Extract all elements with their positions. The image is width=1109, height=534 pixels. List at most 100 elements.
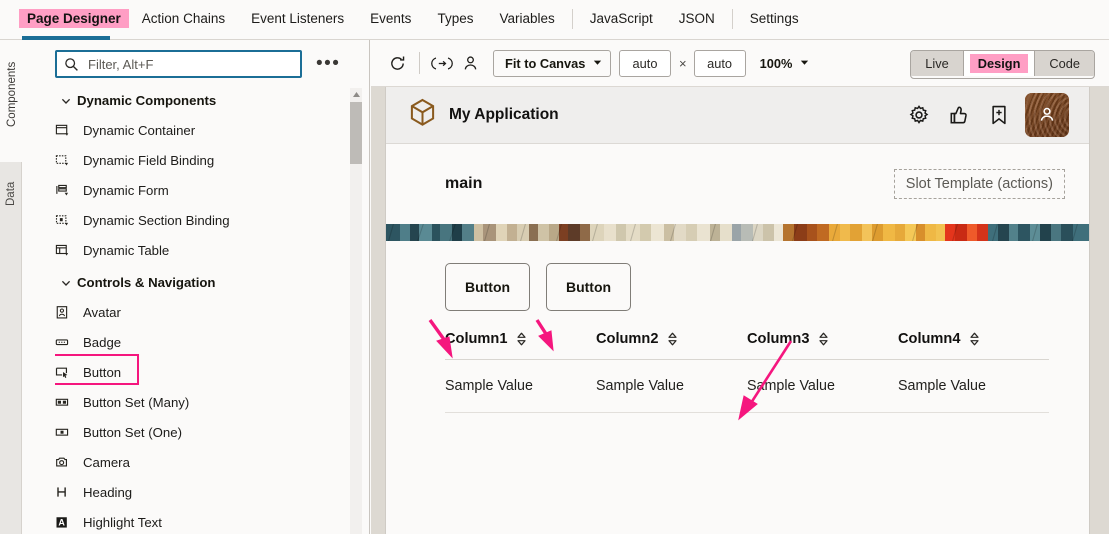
app-title: My Application [449,106,559,124]
decorative-banner-image [386,224,1089,241]
thumbs-up-icon[interactable] [939,97,979,133]
component-dynamic-section-binding[interactable]: Dynamic Section Binding [55,205,355,235]
badge-icon [55,335,81,350]
rail-tab-components[interactable]: Components [0,40,22,162]
heading-icon [55,485,81,500]
tab-page-designer[interactable]: Page Designer [19,9,129,28]
component-label: Button [83,365,121,380]
dynamic-container-icon [55,123,81,138]
mode-design-label: Design [970,54,1029,73]
bookmark-icon[interactable] [979,97,1019,133]
column-header-2[interactable]: Column2 [596,331,747,347]
button-set-one-icon [55,425,81,440]
scrollbar-thumb[interactable] [350,102,362,164]
tab-variables[interactable]: Variables [486,0,567,37]
component-badge[interactable]: Badge [55,327,355,357]
component-dynamic-field-binding[interactable]: Dynamic Field Binding [55,145,355,175]
panel-scrollbar[interactable] [350,88,362,534]
refresh-icon[interactable] [383,49,411,77]
column-header-4[interactable]: Column4 [898,331,1049,347]
component-label: Highlight Text [83,515,162,530]
group-label: Controls & Navigation [77,275,215,290]
design-surface[interactable]: My Application [371,87,1109,534]
height-input[interactable]: auto [694,50,746,77]
column-header-3[interactable]: Column3 [747,331,898,347]
mode-code[interactable]: Code [1034,51,1094,76]
component-label: Button Set (Many) [83,395,189,410]
width-value: auto [633,56,658,71]
component-label: Badge [83,335,121,350]
component-list[interactable]: Dynamic Components Dynamic Container Dyn… [55,86,355,534]
search-input[interactable]: Filter, Alt+F [55,50,302,78]
tab-settings[interactable]: Settings [737,0,812,37]
sort-icon[interactable] [818,332,829,346]
component-highlight-text[interactable]: A Highlight Text [55,507,355,534]
tab-json[interactable]: JSON [666,0,728,37]
component-button[interactable]: Button [55,357,355,387]
dynamic-table-icon [55,243,81,258]
table-header-row: Column1 Column2 [445,331,1049,360]
component-avatar[interactable]: Avatar [55,297,355,327]
fit-to-canvas-value: Fit to Canvas [505,56,585,71]
component-heading[interactable]: Heading [55,477,355,507]
scroll-up-icon[interactable] [350,88,362,100]
toolbar-divider [419,52,420,74]
table-cell: Sample Value [445,378,596,394]
gear-icon[interactable] [899,97,939,133]
component-button-set-many[interactable]: Button Set (Many) [55,387,355,417]
component-dynamic-table[interactable]: Dynamic Table [55,235,355,265]
column-header-label: Column2 [596,331,658,347]
components-panel: Filter, Alt+F ••• Dynamic Components Dyn… [22,40,370,534]
sort-icon[interactable] [516,332,527,346]
group-dynamic-components[interactable]: Dynamic Components [55,86,355,115]
mode-design[interactable]: Design [963,51,1035,76]
component-dynamic-container[interactable]: Dynamic Container [55,115,355,145]
tab-action-chains[interactable]: Action Chains [129,0,238,37]
sort-icon[interactable] [969,332,980,346]
zoom-value: 100% [760,56,793,71]
dynamic-field-binding-icon [55,153,81,168]
preview-button-1[interactable]: Button [445,263,530,311]
column-header-1[interactable]: Column1 [445,331,596,347]
resize-arrow-icon[interactable] [428,49,456,77]
app-header-actions [899,93,1069,137]
avatar-icon [55,305,81,320]
fit-to-canvas-select[interactable]: Fit to Canvas [493,50,611,77]
left-rail: Components Data [0,40,22,534]
group-controls-navigation[interactable]: Controls & Navigation [55,268,355,297]
multiply-symbol: × [679,56,687,71]
avatar[interactable] [1025,93,1069,137]
table-row[interactable]: Sample Value Sample Value Sample Value S… [445,360,1049,413]
slot-template-placeholder[interactable]: Slot Template (actions) [894,169,1065,199]
dynamic-section-binding-icon [55,213,81,228]
component-label: Dynamic Form [83,183,169,198]
component-label: Camera [83,455,130,470]
preview-button-2[interactable]: Button [546,263,631,311]
tab-javascript[interactable]: JavaScript [577,0,666,37]
component-label: Dynamic Container [83,123,195,138]
component-button-set-one[interactable]: Button Set (One) [55,417,355,447]
table-cell: Sample Value [898,378,1049,394]
tab-events[interactable]: Events [357,0,424,37]
editor-tab-bar: Page Designer Action Chains Event Listen… [0,0,1109,40]
search-placeholder: Filter, Alt+F [88,57,153,72]
banner-art [386,224,1089,241]
rail-tab-data[interactable]: Data [0,163,22,243]
component-camera[interactable]: Camera [55,447,355,477]
mode-live[interactable]: Live [911,51,962,76]
tab-event-listeners[interactable]: Event Listeners [238,0,357,37]
tab-divider [732,9,733,29]
person-icon[interactable] [456,49,484,77]
sort-icon[interactable] [667,332,678,346]
tab-types[interactable]: Types [424,0,486,37]
svg-text:A: A [58,517,65,527]
column-header-label: Column4 [898,331,960,347]
zoom-select[interactable]: 100% [760,56,811,71]
dynamic-form-icon [55,183,81,198]
tab-divider [572,9,573,29]
width-input[interactable]: auto [619,50,671,77]
preview-button-row: Button Button [445,263,1089,311]
panel-overflow-menu[interactable]: ••• [316,59,340,69]
component-dynamic-form[interactable]: Dynamic Form [55,175,355,205]
button-set-many-icon [55,395,81,410]
